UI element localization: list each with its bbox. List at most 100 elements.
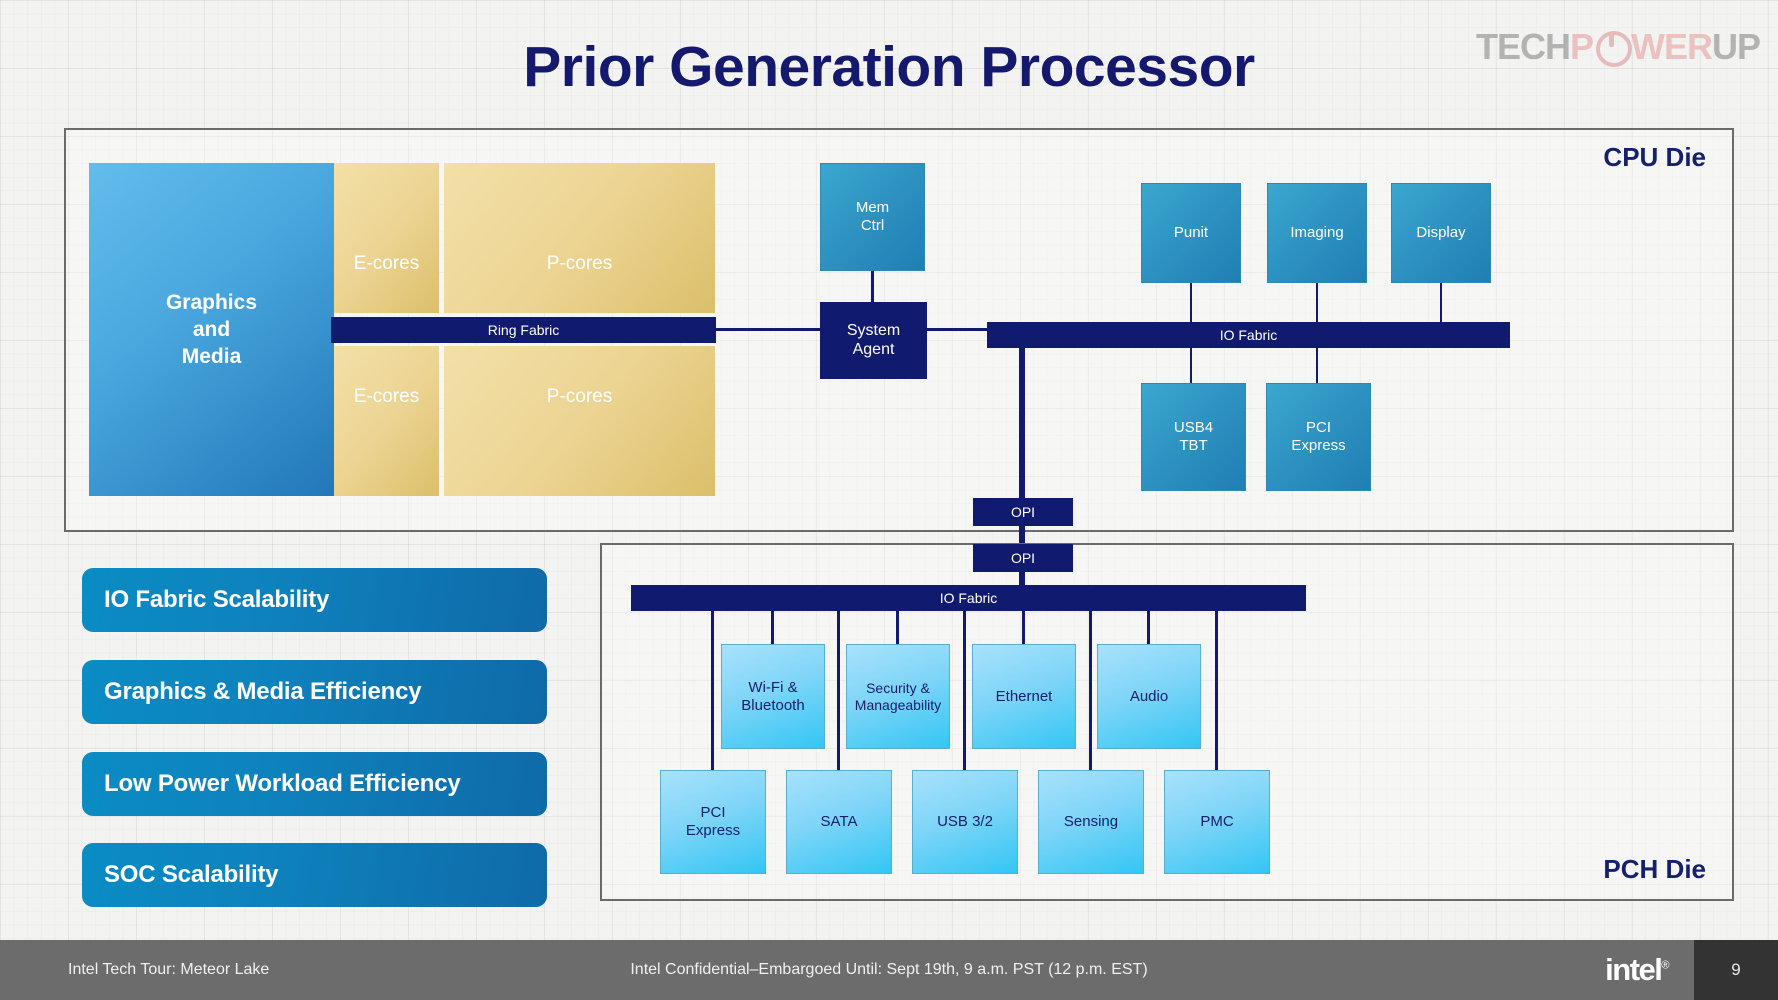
opi-pch-block: OPI: [973, 544, 1073, 572]
sensing-label: Sensing: [1063, 813, 1119, 831]
connector-ring-to-system-agent: [716, 328, 820, 331]
block-mem-ctrl: Mem Ctrl: [820, 163, 925, 271]
block-sensing: Sensing: [1038, 770, 1144, 874]
feature-pill-soc-scalability[interactable]: SOC Scalability: [82, 843, 547, 907]
block-sata: SATA: [786, 770, 892, 874]
wifi-line-1: Wi-Fi &: [748, 678, 798, 696]
block-display: Display: [1391, 183, 1491, 283]
slide-canvas: Prior Generation Processor TECH P WER UP CP…: [0, 0, 1778, 1000]
block-p-cores-top: P-cores: [444, 163, 715, 313]
watermark-wer-text: WER: [1630, 26, 1713, 67]
connector-pch-sata: [837, 611, 840, 777]
wifi-line-2: Bluetooth: [741, 696, 805, 714]
connector-pch-ethernet: [1022, 611, 1025, 644]
p-cores-bottom-label: P-cores: [546, 386, 613, 407]
block-usb4-tbt: USB4 TBT: [1141, 383, 1246, 491]
system-agent-line-1: System: [846, 321, 901, 339]
ring-fabric-label: Ring Fabric: [487, 321, 560, 338]
security-line-1: Security &: [866, 679, 930, 696]
pcie-pch-line-1: PCI: [700, 804, 726, 822]
mem-ctrl-line-2: Ctrl: [860, 217, 885, 234]
ethernet-label: Ethernet: [995, 687, 1053, 705]
opi-pch-label: OPI: [1010, 549, 1036, 566]
connector-pch-wifi: [771, 611, 774, 644]
connector-usb4: [1190, 348, 1192, 383]
block-e-cores-bottom: E-cores: [334, 346, 439, 496]
security-line-2: Manageability: [854, 696, 942, 713]
connector-pch-pmc: [1215, 611, 1218, 777]
pcie-cpu-line-1: PCI: [1305, 419, 1331, 437]
pch-io-fabric-label: IO Fabric: [939, 589, 998, 606]
intel-wordmark: intel: [1605, 952, 1663, 987]
e-cores-bottom-label: E-cores: [353, 386, 420, 407]
cpu-io-fabric-bar: IO Fabric: [987, 322, 1510, 348]
feature-pill-io-fabric-scalability[interactable]: IO Fabric Scalability: [82, 568, 547, 632]
display-label: Display: [1416, 224, 1466, 242]
connector-pcie-cpu: [1316, 348, 1318, 383]
pcie-pch-line-2: Express: [685, 822, 741, 839]
block-pci-express-cpu: PCI Express: [1266, 383, 1371, 491]
block-ethernet: Ethernet: [972, 644, 1076, 749]
connector-system-agent-to-io-fabric: [927, 328, 987, 331]
connector-imaging: [1316, 283, 1318, 322]
pmc-label: PMC: [1200, 813, 1234, 831]
watermark-p-text: P: [1569, 26, 1594, 67]
techpowerup-watermark: TECH P WER UP: [1475, 26, 1761, 68]
cpu-die-label: CPU Die: [1603, 142, 1706, 172]
registered-mark: ®: [1661, 959, 1669, 972]
imaging-label: Imaging: [1290, 224, 1344, 242]
block-punit: Punit: [1141, 183, 1241, 283]
feature-pill-low-power-workload-efficiency[interactable]: Low Power Workload Efficiency: [82, 752, 547, 816]
pch-io-fabric-bar: IO Fabric: [631, 585, 1306, 611]
pcie-cpu-line-2: Express: [1291, 437, 1346, 454]
opi-cpu-label: OPI: [1010, 503, 1036, 520]
audio-label: Audio: [1129, 687, 1169, 705]
feature-label-2: Low Power Workload Efficiency: [104, 770, 461, 797]
connector-display: [1440, 283, 1442, 322]
connector-io-fabric-to-opi: [1019, 348, 1025, 500]
block-audio: Audio: [1097, 644, 1201, 749]
ring-fabric-bar: Ring Fabric: [331, 317, 716, 343]
watermark-tech-text: TECH: [1475, 26, 1571, 67]
block-wifi-bluetooth: Wi-Fi & Bluetooth: [721, 644, 825, 749]
block-pmc: PMC: [1164, 770, 1270, 874]
feature-label-3: SOC Scalability: [104, 861, 279, 888]
connector-memctrl-to-system-agent: [871, 271, 874, 305]
slide-footer: Intel Tech Tour: Meteor Lake Intel Confi…: [0, 940, 1778, 1000]
pch-die-label: PCH Die: [1603, 854, 1706, 884]
block-security-manageability: Security & Manageability: [846, 644, 950, 749]
page-number: 9: [1694, 940, 1778, 1000]
block-imaging: Imaging: [1267, 183, 1367, 283]
p-cores-top-label: P-cores: [546, 252, 613, 274]
block-p-cores-bottom: P-cores: [444, 346, 715, 496]
block-graphics-and-media: Graphics and Media: [89, 163, 334, 496]
connector-pch-usb32: [963, 611, 966, 777]
block-system-agent: System Agent: [820, 302, 927, 379]
cpu-io-fabric-label: IO Fabric: [1219, 326, 1278, 343]
punit-label: Punit: [1173, 224, 1209, 242]
connector-punit: [1190, 283, 1192, 322]
opi-cpu-block: OPI: [973, 498, 1073, 526]
mem-ctrl-line-1: Mem: [855, 199, 890, 217]
watermark-up-text: UP: [1711, 26, 1761, 67]
block-pci-express-pch: PCI Express: [660, 770, 766, 874]
connector-pch-audio: [1147, 611, 1150, 644]
power-button-icon: [1594, 29, 1632, 67]
connector-pch-security: [896, 611, 899, 644]
block-usb-3-2: USB 3/2: [912, 770, 1018, 874]
footer-center-text: Intel Confidential–Embargoed Until: Sept…: [630, 961, 1148, 978]
feature-pill-graphics-media-efficiency[interactable]: Graphics & Media Efficiency: [82, 660, 547, 724]
intel-logo: intel®: [1605, 952, 1669, 988]
system-agent-line-2: Agent: [852, 340, 895, 358]
sata-label: SATA: [820, 813, 858, 831]
connector-pch-pcie: [711, 611, 714, 777]
usb4-line-2: TBT: [1179, 437, 1208, 454]
feature-label-1: Graphics & Media Efficiency: [104, 678, 422, 705]
graphics-line-1: Graphics: [165, 290, 258, 314]
connector-pch-sensing: [1089, 611, 1092, 777]
usb32-label: USB 3/2: [937, 813, 993, 831]
usb4-line-1: USB4: [1173, 419, 1214, 437]
graphics-line-2: and: [192, 317, 231, 341]
e-cores-top-label: E-cores: [353, 252, 420, 274]
graphics-line-3: Media: [181, 345, 242, 369]
